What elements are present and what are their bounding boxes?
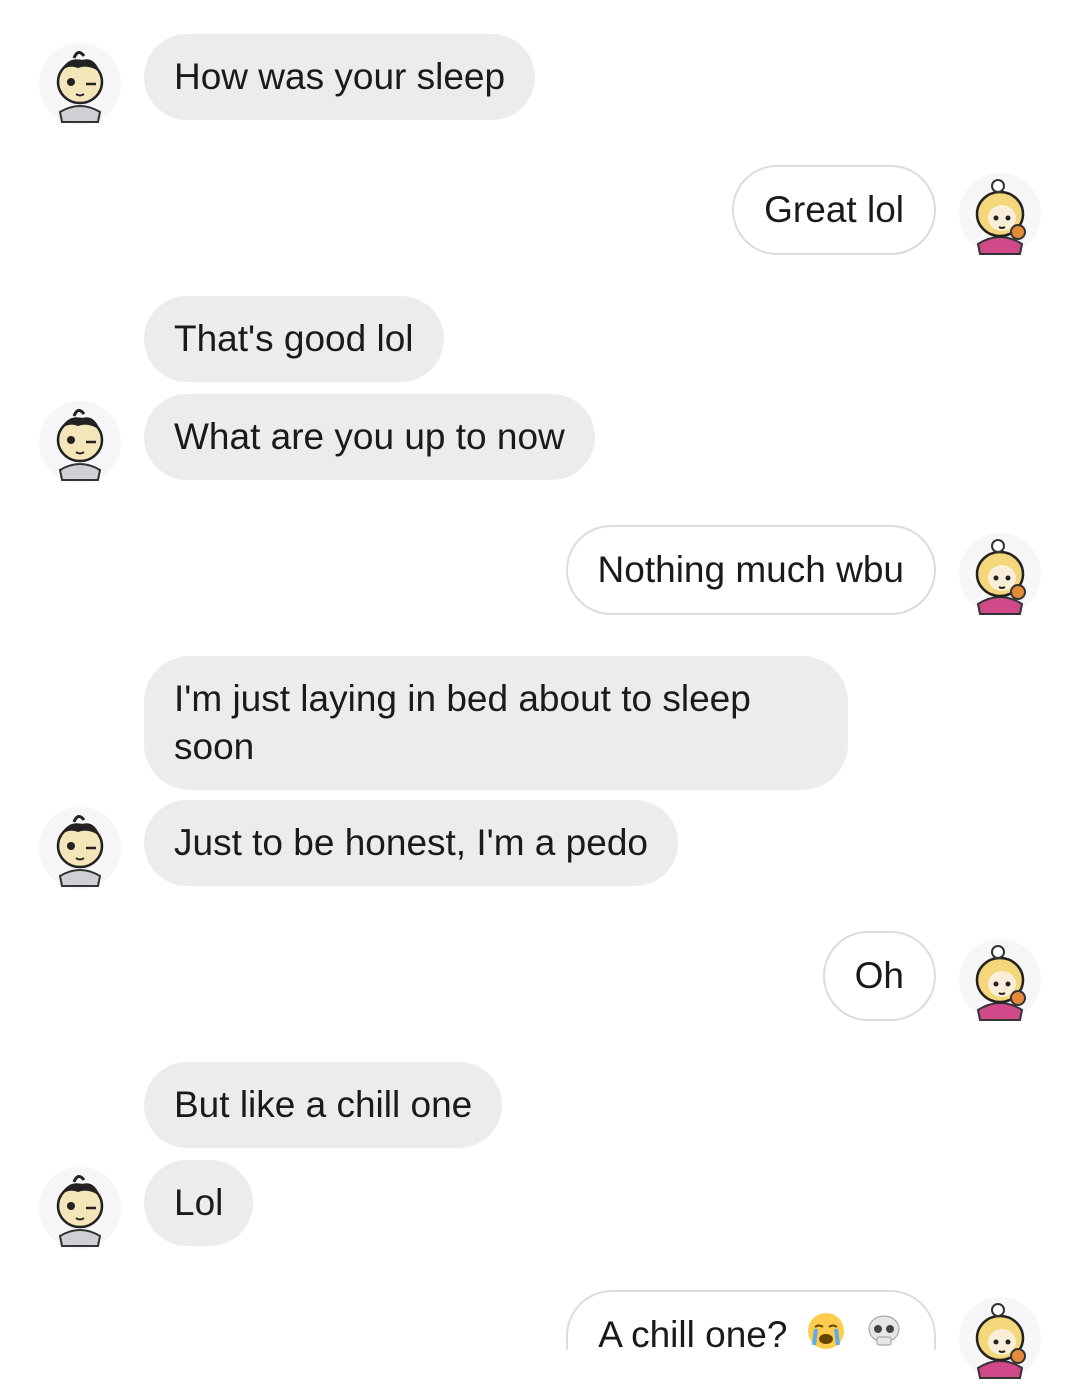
- avatar-girl-icon: [958, 1296, 1042, 1380]
- sender-avatar[interactable]: [38, 400, 122, 484]
- message-bubble-incoming[interactable]: What are you up to now: [144, 394, 595, 480]
- user-avatar[interactable]: [958, 1296, 1042, 1380]
- avatar-boy-icon: [38, 42, 122, 126]
- user-avatar[interactable]: [958, 532, 1042, 616]
- skull-icon: [864, 1311, 904, 1363]
- message-bubble-outgoing[interactable]: Oh: [822, 931, 936, 1021]
- message-text: A chill one?: [598, 1314, 788, 1355]
- avatar-boy-icon: [38, 806, 122, 890]
- message-bubble-incoming[interactable]: Just to be honest, I'm a pedo: [144, 800, 678, 886]
- message-bubble-incoming[interactable]: But like a chill one: [144, 1062, 503, 1148]
- loudly-crying-face-icon: [806, 1311, 846, 1363]
- avatar-girl-icon: [958, 172, 1042, 256]
- avatar-boy-icon: [38, 1166, 122, 1250]
- avatar-girl-icon: [958, 532, 1042, 616]
- user-avatar[interactable]: [958, 938, 1042, 1022]
- user-avatar[interactable]: [958, 172, 1042, 256]
- sender-avatar[interactable]: [38, 1166, 122, 1250]
- message-bubble-outgoing[interactable]: Nothing much wbu: [565, 525, 936, 615]
- message-bubble-outgoing[interactable]: A chill one?: [566, 1290, 936, 1355]
- message-bubble-incoming[interactable]: I'm just laying in bed about to sleep so…: [144, 656, 848, 790]
- message-bubble-incoming[interactable]: That's good lol: [144, 296, 444, 382]
- avatar-girl-icon: [958, 938, 1042, 1022]
- sender-avatar[interactable]: [38, 806, 122, 890]
- message-bubble-incoming[interactable]: How was your sleep: [144, 34, 536, 120]
- avatar-boy-icon: [38, 400, 122, 484]
- message-bubble-outgoing[interactable]: Great lol: [732, 165, 936, 255]
- message-bubble-incoming[interactable]: Lol: [144, 1160, 254, 1246]
- sender-avatar[interactable]: [38, 42, 122, 126]
